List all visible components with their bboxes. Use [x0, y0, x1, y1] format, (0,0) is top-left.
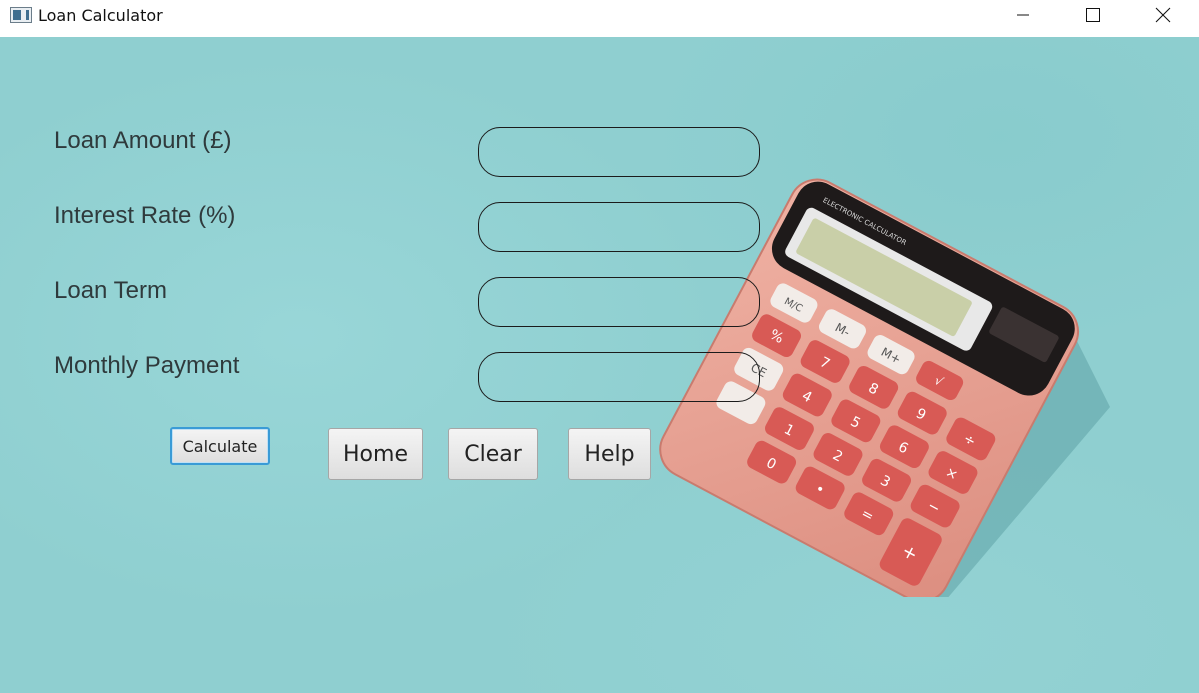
- loan-amount-input[interactable]: [478, 127, 760, 177]
- app-icon: [10, 7, 32, 23]
- interest-rate-input[interactable]: [478, 202, 760, 252]
- calculate-button[interactable]: Calculate: [170, 427, 270, 465]
- maximize-icon: [1086, 8, 1100, 22]
- home-button[interactable]: Home: [328, 428, 423, 480]
- monthly-payment-label: Monthly Payment: [54, 352, 240, 379]
- close-button[interactable]: [1133, 0, 1193, 30]
- loan-term-label: Loan Term: [54, 277, 167, 304]
- minimize-icon: [1017, 14, 1029, 16]
- help-button[interactable]: Help: [568, 428, 651, 480]
- loan-amount-label: Loan Amount (£): [54, 127, 232, 154]
- loan-term-input[interactable]: [478, 277, 760, 327]
- interest-rate-label: Interest Rate (%): [54, 202, 236, 229]
- window-title: Loan Calculator: [38, 6, 163, 25]
- minimize-button[interactable]: [993, 0, 1053, 30]
- title-bar: Loan Calculator: [0, 0, 1199, 37]
- close-icon: [1155, 7, 1171, 23]
- main-panel: ELECTRONIC CALCULATOR M/C M- M+ √ % 7 8 …: [0, 37, 1199, 693]
- monthly-payment-output[interactable]: [478, 352, 760, 402]
- maximize-button[interactable]: [1063, 0, 1123, 30]
- clear-button[interactable]: Clear: [448, 428, 538, 480]
